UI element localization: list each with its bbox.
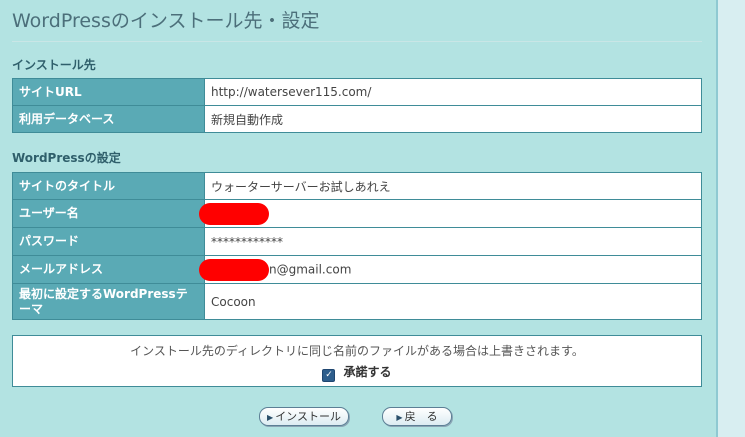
agree-checkbox-row[interactable]: ✓ 承諾する <box>13 363 701 382</box>
email-value: n@gmail.com <box>269 262 352 276</box>
title-divider <box>12 41 702 42</box>
site-title-label: サイトのタイトル <box>12 172 205 200</box>
password-label: パスワード <box>12 227 205 256</box>
email-label: メールアドレス <box>12 255 205 284</box>
table-row: ユーザー名 <box>12 199 702 228</box>
username-label: ユーザー名 <box>12 199 205 228</box>
site-url-label: サイトURL <box>12 78 205 106</box>
triangle-right-icon: ▶ <box>396 413 403 422</box>
section-label-wordpress-settings: WordPressの設定 <box>12 151 121 165</box>
redaction-mark <box>199 258 269 281</box>
back-button[interactable]: ▶ 戻 る <box>382 407 452 426</box>
table-row: サイトURL http://watersever115.com/ <box>12 78 702 106</box>
username-input[interactable] <box>199 199 702 228</box>
checkbox-checked-icon[interactable]: ✓ <box>322 369 336 382</box>
table-row: 最初に設定するWordPressテーマ Cocoon <box>12 283 702 320</box>
agree-checkbox-label[interactable]: 承諾する <box>343 365 391 379</box>
theme-value[interactable]: Cocoon <box>204 283 702 320</box>
install-button-label: インストール <box>275 410 341 423</box>
redaction-mark <box>199 202 269 225</box>
install-destination-table: サイトURL http://watersever115.com/ 利用データベー… <box>12 78 702 133</box>
site-title-input[interactable]: ウォーターサーバーお試しあれえ <box>204 172 702 200</box>
overwrite-notice-box: インストール先のディレクトリに同じ名前のファイルがある場合は上書きされます。 ✓… <box>12 335 702 387</box>
email-input[interactable]: n@gmail.com <box>199 255 702 284</box>
theme-label: 最初に設定するWordPressテーマ <box>12 283 205 320</box>
table-row: パスワード ************ <box>12 227 702 256</box>
right-side-panel <box>718 0 745 437</box>
site-url-value: http://watersever115.com/ <box>204 78 702 106</box>
table-row: サイトのタイトル ウォーターサーバーお試しあれえ <box>12 172 702 200</box>
install-button[interactable]: ▶ インストール <box>259 407 349 426</box>
back-button-label: 戻 る <box>404 410 438 423</box>
password-input[interactable]: ************ <box>204 227 702 256</box>
table-row: 利用データベース 新規自動作成 <box>12 105 702 133</box>
wordpress-settings-table: サイトのタイトル ウォーターサーバーお試しあれえ ユーザー名 パスワード ***… <box>12 172 702 320</box>
database-label: 利用データベース <box>12 105 205 133</box>
table-row: メールアドレス n@gmail.com <box>12 255 702 284</box>
triangle-right-icon: ▶ <box>267 413 274 422</box>
database-value: 新規自動作成 <box>204 105 702 133</box>
page-title: WordPressのインストール先・設定 <box>12 10 320 32</box>
section-label-install-destination: インストール先 <box>12 58 96 72</box>
overwrite-notice-text: インストール先のディレクトリに同じ名前のファイルがある場合は上書きされます。 <box>130 344 584 358</box>
